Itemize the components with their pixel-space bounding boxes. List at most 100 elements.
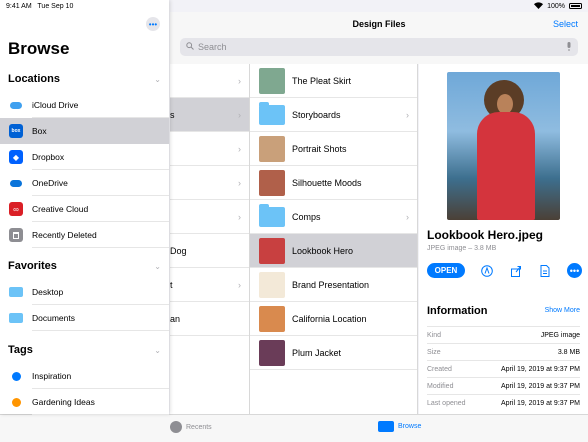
locations-header[interactable]: Locations ⌄ bbox=[8, 73, 161, 85]
tag-dot-icon bbox=[9, 395, 23, 409]
file-name: Lookbook Hero.jpeg bbox=[427, 228, 544, 242]
folder-row[interactable]: › bbox=[170, 132, 249, 166]
search-icon bbox=[186, 42, 194, 52]
status-bar: 9:41 AM Tue Sep 10 100% bbox=[0, 0, 588, 12]
info-row: Kind JPEG image bbox=[427, 326, 580, 343]
chevron-right-icon: › bbox=[238, 109, 241, 120]
file-row[interactable]: Silhouette Moods bbox=[250, 166, 417, 200]
share-icon[interactable] bbox=[509, 263, 524, 278]
file-detail-panel: Lookbook Hero.jpeg JPEG image – 3.8 MB O… bbox=[419, 64, 588, 414]
file-thumbnail bbox=[259, 135, 285, 162]
sidebar-item[interactable]: box Box bbox=[0, 118, 169, 144]
info-key: Modified bbox=[427, 382, 454, 390]
sidebar-title: Browse bbox=[8, 39, 70, 58]
info-key: Kind bbox=[427, 331, 442, 339]
sidebar-item[interactable]: Documents bbox=[0, 305, 169, 331]
tab-browse[interactable]: Browse bbox=[378, 421, 421, 432]
tab-recents[interactable]: Recents bbox=[170, 421, 212, 433]
file-label: The Pleat Skirt bbox=[292, 75, 352, 86]
chevron-down-icon: ⌄ bbox=[154, 345, 161, 355]
file-row[interactable]: Comps › bbox=[250, 200, 417, 234]
tab-recents-label: Recents bbox=[186, 423, 212, 431]
info-key: Last opened bbox=[427, 399, 466, 407]
file-label: Silhouette Moods bbox=[292, 177, 362, 188]
tab-browse-label: Browse bbox=[398, 423, 422, 430]
file-row[interactable]: Portrait Shots bbox=[250, 132, 417, 166]
folder-icon bbox=[9, 311, 23, 325]
microphone-icon[interactable] bbox=[566, 41, 572, 53]
sidebar-item-label: Desktop bbox=[32, 279, 169, 305]
folder-row[interactable]: an bbox=[170, 302, 249, 336]
file-row[interactable]: Lookbook Hero bbox=[250, 234, 417, 268]
search-input[interactable]: Search bbox=[180, 38, 578, 56]
select-button[interactable]: Select bbox=[553, 19, 578, 29]
file-label: Storyboards bbox=[292, 109, 341, 120]
sidebar-item[interactable]: iCloud Drive bbox=[0, 92, 169, 118]
dropbox-icon: ◆ bbox=[9, 150, 23, 164]
sidebar-item-label: iCloud Drive bbox=[32, 92, 169, 118]
more-actions-icon[interactable]: ••• bbox=[567, 263, 582, 278]
onedrive-icon bbox=[9, 176, 23, 190]
icloud-icon bbox=[9, 98, 23, 112]
file-row[interactable]: Plum Jacket bbox=[250, 336, 417, 370]
file-row[interactable]: The Pleat Skirt bbox=[250, 64, 417, 98]
file-thumbnail bbox=[259, 271, 285, 298]
folder-icon bbox=[378, 421, 394, 432]
more-options-icon[interactable]: ••• bbox=[146, 17, 160, 31]
folder-row[interactable]: s › bbox=[170, 98, 249, 132]
sidebar-item-label: Creative Cloud bbox=[32, 196, 169, 222]
show-more-link[interactable]: Show More bbox=[545, 307, 580, 314]
favorites-heading: Favorites bbox=[8, 260, 57, 272]
info-value: JPEG image bbox=[540, 331, 580, 339]
file-row[interactable]: Storyboards › bbox=[250, 98, 417, 132]
folder-row-label: an bbox=[170, 313, 181, 324]
info-key: Size bbox=[427, 348, 441, 356]
sidebar-item[interactable]: Inspiration bbox=[0, 363, 169, 389]
file-actions: OPEN ••• bbox=[427, 263, 582, 278]
folder-row[interactable]: › bbox=[170, 64, 249, 98]
folder-row[interactable]: t › bbox=[170, 268, 249, 302]
chevron-right-icon: › bbox=[238, 75, 241, 86]
status-right: 100% bbox=[534, 1, 582, 11]
chevron-right-icon: › bbox=[238, 143, 241, 154]
favorites-header[interactable]: Favorites ⌄ bbox=[8, 260, 161, 272]
chevron-right-icon: › bbox=[406, 211, 409, 222]
sidebar-item[interactable]: Desktop bbox=[0, 279, 169, 305]
file-row[interactable]: California Location bbox=[250, 302, 417, 336]
markup-icon[interactable] bbox=[479, 263, 494, 278]
main-header: Design Files Select Search bbox=[170, 12, 588, 64]
sidebar-item[interactable]: ∞ Creative Cloud bbox=[0, 196, 169, 222]
sidebar-item[interactable]: Gardening Ideas bbox=[0, 389, 169, 415]
sidebar-item-label: Dropbox bbox=[32, 144, 169, 170]
folder-row[interactable]: Dog bbox=[170, 234, 249, 268]
folder-row[interactable]: › bbox=[170, 200, 249, 234]
locations-heading: Locations bbox=[8, 73, 60, 85]
open-button[interactable]: OPEN bbox=[427, 263, 465, 278]
info-row: Last opened April 19, 2019 at 9:37 PM bbox=[427, 394, 580, 411]
sidebar-item-label: Box bbox=[32, 125, 47, 136]
tag-dot-icon bbox=[9, 369, 23, 383]
sidebar-item[interactable]: ◆ Dropbox bbox=[0, 144, 169, 170]
browse-sidebar: ••• Browse Locations ⌄ iCloud Drive box Bo… bbox=[0, 0, 169, 415]
file-label: Lookbook Hero bbox=[292, 245, 354, 256]
file-row[interactable]: Brand Presentation bbox=[250, 268, 417, 302]
info-key: Created bbox=[427, 365, 452, 373]
info-row: Modified April 19, 2019 at 9:37 PM bbox=[427, 377, 580, 394]
battery-icon bbox=[569, 3, 582, 9]
battery-percent: 100% bbox=[547, 2, 565, 10]
info-row: Created April 19, 2019 at 9:37 PM bbox=[427, 360, 580, 377]
folder-icon bbox=[259, 101, 285, 125]
file-preview-image[interactable] bbox=[447, 72, 560, 220]
file-label: Comps bbox=[292, 211, 321, 222]
status-time: 9:41 AM bbox=[6, 2, 32, 10]
file-thumbnail bbox=[259, 67, 285, 94]
sidebar-item-label: Inspiration bbox=[32, 363, 169, 389]
folder-row[interactable]: › bbox=[170, 166, 249, 200]
status-date: Tue Sep 10 bbox=[37, 2, 74, 10]
sidebar-item[interactable]: Recently Deleted bbox=[0, 222, 169, 248]
preview-dress bbox=[477, 112, 535, 220]
file-thumbnail bbox=[259, 305, 285, 332]
sidebar-item[interactable]: OneDrive bbox=[0, 170, 169, 196]
tags-header[interactable]: Tags ⌄ bbox=[8, 344, 161, 356]
document-icon[interactable] bbox=[538, 263, 553, 278]
